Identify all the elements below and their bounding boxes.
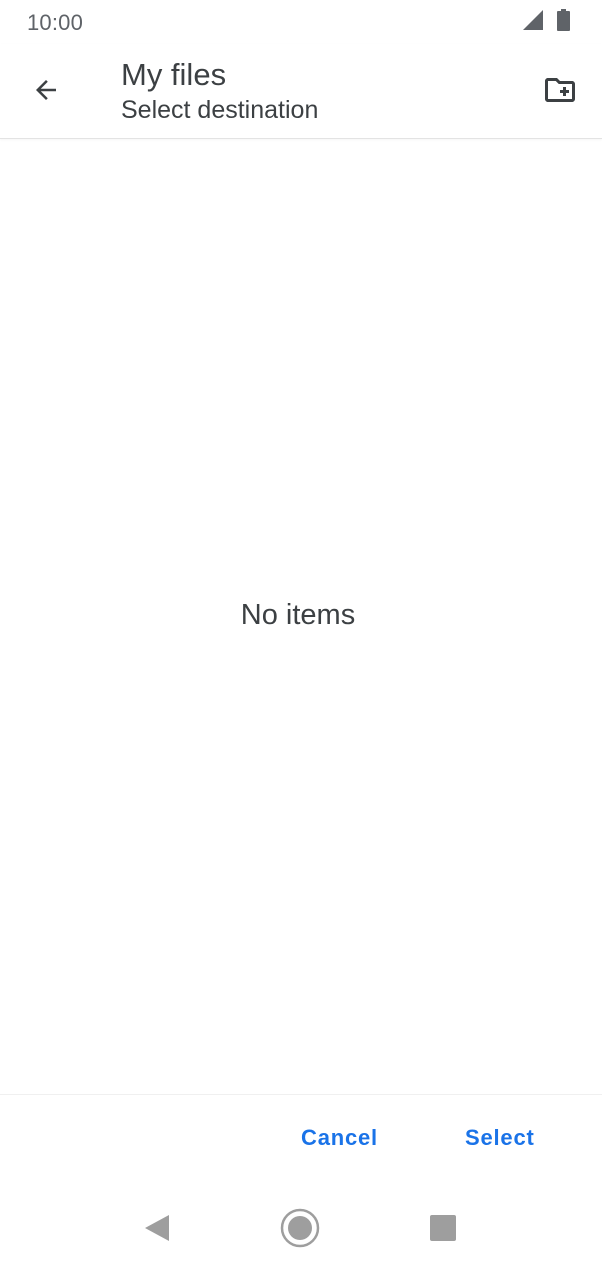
cancel-button[interactable]: Cancel xyxy=(301,1125,378,1151)
status-time: 10:00 xyxy=(27,10,84,35)
arrow-back-icon xyxy=(31,75,61,110)
status-icons xyxy=(523,8,570,36)
system-nav-bar xyxy=(0,1190,602,1270)
nav-recents-button[interactable] xyxy=(421,1208,465,1252)
title-block: My files Select destination xyxy=(121,56,318,126)
nav-home-button[interactable] xyxy=(278,1208,322,1252)
nav-recents-icon xyxy=(430,1214,456,1246)
app-bar: My files Select destination xyxy=(0,44,602,139)
nav-home-icon xyxy=(279,1207,321,1254)
back-button[interactable] xyxy=(20,66,72,118)
empty-state-message: No items xyxy=(240,599,356,631)
screen: 10:00 My files Select destination No ite… xyxy=(0,0,602,1270)
nav-back-icon xyxy=(143,1213,171,1248)
new-folder-button[interactable] xyxy=(538,66,582,118)
create-new-folder-icon xyxy=(542,72,578,113)
nav-back-button[interactable] xyxy=(135,1208,179,1252)
signal-icon xyxy=(523,9,543,35)
page-title: My files xyxy=(121,57,227,92)
select-button[interactable]: Select xyxy=(465,1125,535,1151)
dialog-action-bar: Cancel Select xyxy=(0,1094,602,1191)
status-bar: 10:00 xyxy=(0,0,602,44)
battery-icon xyxy=(557,8,570,36)
page-subtitle: Select destination xyxy=(121,96,319,124)
file-list-area: No items xyxy=(0,139,602,1094)
